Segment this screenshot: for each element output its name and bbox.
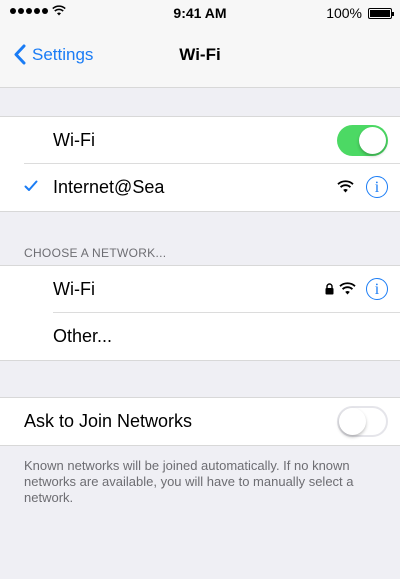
networks-group: Wi-Fi i Other... (0, 265, 400, 361)
battery-percent: 100% (326, 5, 362, 21)
status-right: 100% (326, 5, 394, 21)
other-network-label: Other... (53, 326, 113, 346)
wifi-group: Wi-Fi Internet@Sea i (0, 116, 400, 212)
toggle-knob (339, 408, 366, 435)
section-header: CHOOSE A NETWORK... (24, 246, 167, 260)
status-bar: 9:41 AM 100% (0, 0, 400, 26)
network-name: Wi-Fi (53, 279, 95, 299)
navigation-bar: Settings Wi-Fi (0, 26, 400, 88)
wifi-icon (337, 180, 354, 193)
ask-join-footer: Known networks will be joined automatica… (24, 458, 354, 505)
other-network-row[interactable]: Other... (0, 313, 400, 360)
wifi-toggle[interactable] (337, 125, 388, 156)
ask-join-label: Ask to Join Networks (24, 411, 193, 431)
wifi-icon (339, 282, 356, 295)
lock-icon (325, 283, 334, 295)
connected-network-row[interactable]: Internet@Sea i (0, 164, 400, 211)
wifi-label: Wi-Fi (53, 130, 95, 150)
wifi-toggle-row: Wi-Fi (0, 117, 400, 164)
network-row[interactable]: Wi-Fi i (0, 266, 400, 313)
battery-icon (368, 7, 394, 19)
page-title: Wi-Fi (179, 45, 221, 64)
battery-fill (370, 9, 390, 17)
ask-join-toggle[interactable] (337, 406, 388, 437)
connected-network-name: Internet@Sea (53, 177, 165, 197)
ask-join-group: Ask to Join Networks (0, 397, 400, 446)
ask-join-row: Ask to Join Networks (0, 398, 400, 445)
info-icon[interactable]: i (366, 176, 388, 198)
checkmark-icon (24, 180, 38, 191)
toggle-knob (359, 127, 386, 154)
info-icon[interactable]: i (366, 278, 388, 300)
